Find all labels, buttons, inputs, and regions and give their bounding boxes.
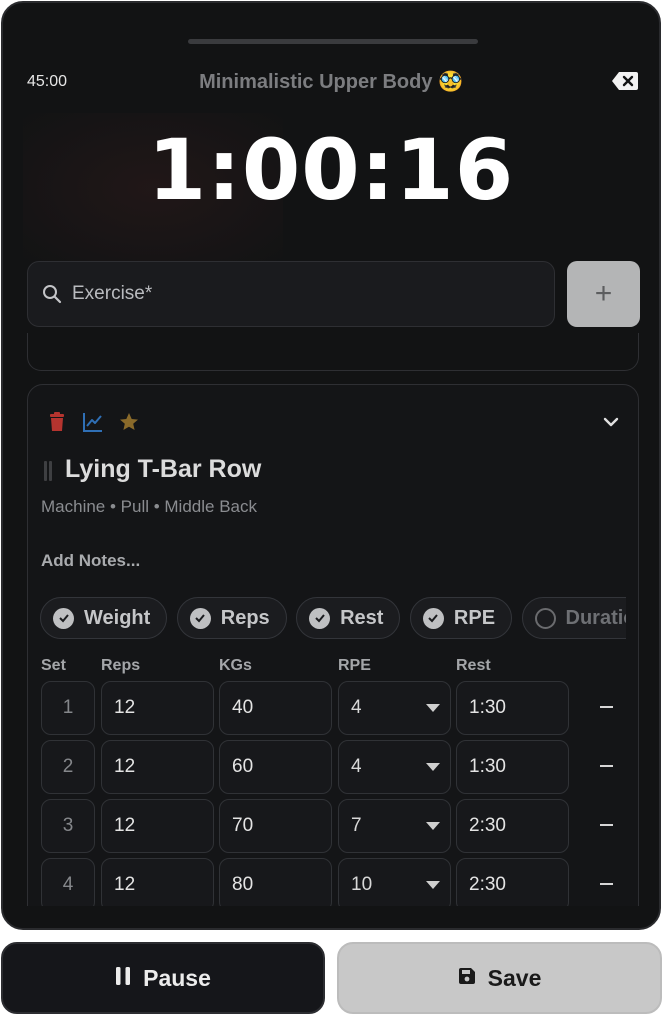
check-icon	[422, 607, 444, 629]
remove-set-icon[interactable]	[594, 813, 618, 837]
star-icon[interactable]	[118, 411, 140, 433]
remove-set-icon[interactable]	[594, 695, 618, 719]
sets-table-header: Set Reps KGs RPE Rest	[28, 657, 638, 677]
add-exercise-button[interactable]: +	[567, 261, 640, 327]
sheet-bottom-clip	[3, 906, 659, 928]
chip-label: Duratio	[565, 606, 627, 629]
check-icon	[309, 607, 331, 629]
reps-input[interactable]: 12	[101, 799, 214, 853]
caret-down-icon	[426, 763, 440, 771]
rest-input[interactable]: 2:30	[456, 858, 569, 912]
exercise-card: Lying T-Bar Row Machine • Pull • Middle …	[27, 384, 639, 928]
kgs-input[interactable]: 70	[219, 799, 332, 853]
floppy-disk-icon	[458, 967, 476, 990]
check-icon	[189, 607, 211, 629]
table-row: 3 12 70 7 2:30	[28, 799, 638, 853]
rest-input[interactable]: 1:30	[456, 681, 569, 735]
rest-input[interactable]: 1:30	[456, 740, 569, 794]
rpe-select[interactable]: 7	[338, 799, 451, 853]
metric-chips: Weight Reps Rest RPE Duratio	[40, 597, 626, 641]
workout-sheet: 45:00 Minimalistic Upper Body 🥸 1:00:16 …	[1, 1, 661, 930]
chip-label: Reps	[220, 606, 270, 629]
exercise-name[interactable]: Lying T-Bar Row	[65, 455, 261, 484]
set-number[interactable]: 3	[41, 799, 95, 853]
rpe-select[interactable]: 4	[338, 740, 451, 794]
rpe-select[interactable]: 10	[338, 858, 451, 912]
search-placeholder: Exercise*	[72, 283, 153, 304]
sheet-drag-handle[interactable]	[188, 39, 478, 44]
remove-set-icon[interactable]	[594, 754, 618, 778]
save-label: Save	[487, 964, 542, 991]
trash-icon[interactable]	[46, 411, 68, 433]
chip-label: RPE	[453, 606, 496, 629]
reps-input[interactable]: 12	[101, 740, 214, 794]
workout-title[interactable]: Minimalistic Upper Body 🥸	[3, 69, 659, 94]
card-actions	[46, 411, 140, 433]
chip-duration[interactable]: Duratio	[521, 597, 627, 639]
kgs-input[interactable]: 60	[219, 740, 332, 794]
pause-label: Pause	[143, 964, 211, 991]
table-row: 1 12 40 4 1:30	[28, 681, 638, 735]
kgs-input[interactable]: 40	[219, 681, 332, 735]
chip-label: Rest	[340, 606, 384, 629]
search-icon	[42, 284, 62, 304]
reps-input[interactable]: 12	[101, 681, 214, 735]
chip-rest[interactable]: Rest	[296, 597, 401, 639]
rpe-value: 10	[351, 874, 373, 895]
col-reps: Reps	[101, 657, 141, 674]
pause-icon	[115, 966, 131, 991]
rpe-value: 4	[351, 756, 362, 777]
table-row: 2 12 60 4 1:30	[28, 740, 638, 794]
chevron-down-icon[interactable]	[600, 411, 622, 433]
add-notes-button[interactable]: Add Notes...	[41, 551, 140, 571]
pause-button[interactable]: Pause	[1, 942, 325, 1014]
save-button[interactable]: Save	[337, 942, 662, 1014]
col-rest: Rest	[456, 657, 491, 674]
rpe-value: 4	[351, 697, 362, 718]
previous-exercise-card	[27, 333, 639, 371]
chart-icon[interactable]	[82, 411, 104, 433]
caret-down-icon	[426, 704, 440, 712]
rpe-select[interactable]: 4	[338, 681, 451, 735]
chip-reps[interactable]: Reps	[176, 597, 287, 639]
set-number[interactable]: 4	[41, 858, 95, 912]
exercise-search-input[interactable]: Exercise*	[27, 261, 555, 327]
table-row: 4 12 80 10 2:30	[28, 858, 638, 912]
empty-circle-icon	[534, 607, 556, 629]
backspace-close-icon[interactable]	[611, 71, 639, 91]
remove-set-icon[interactable]	[594, 872, 618, 896]
caret-down-icon	[426, 822, 440, 830]
rpe-value: 7	[351, 815, 362, 836]
rest-input[interactable]: 2:30	[456, 799, 569, 853]
set-number[interactable]: 2	[41, 740, 95, 794]
reps-input[interactable]: 12	[101, 858, 214, 912]
chip-label: Weight	[84, 606, 151, 629]
workout-timer: 1:00:16	[147, 121, 515, 219]
set-number[interactable]: 1	[41, 681, 95, 735]
exercise-meta: Machine • Pull • Middle Back	[41, 497, 257, 516]
col-rpe: RPE	[338, 657, 371, 674]
kgs-input[interactable]: 80	[219, 858, 332, 912]
check-icon	[53, 607, 74, 629]
chip-weight[interactable]: Weight	[40, 597, 168, 639]
drag-handle-icon[interactable]	[44, 461, 54, 481]
col-kgs: KGs	[219, 657, 252, 674]
chip-rpe[interactable]: RPE	[409, 597, 513, 639]
caret-down-icon	[426, 881, 440, 889]
col-set: Set	[41, 657, 66, 674]
